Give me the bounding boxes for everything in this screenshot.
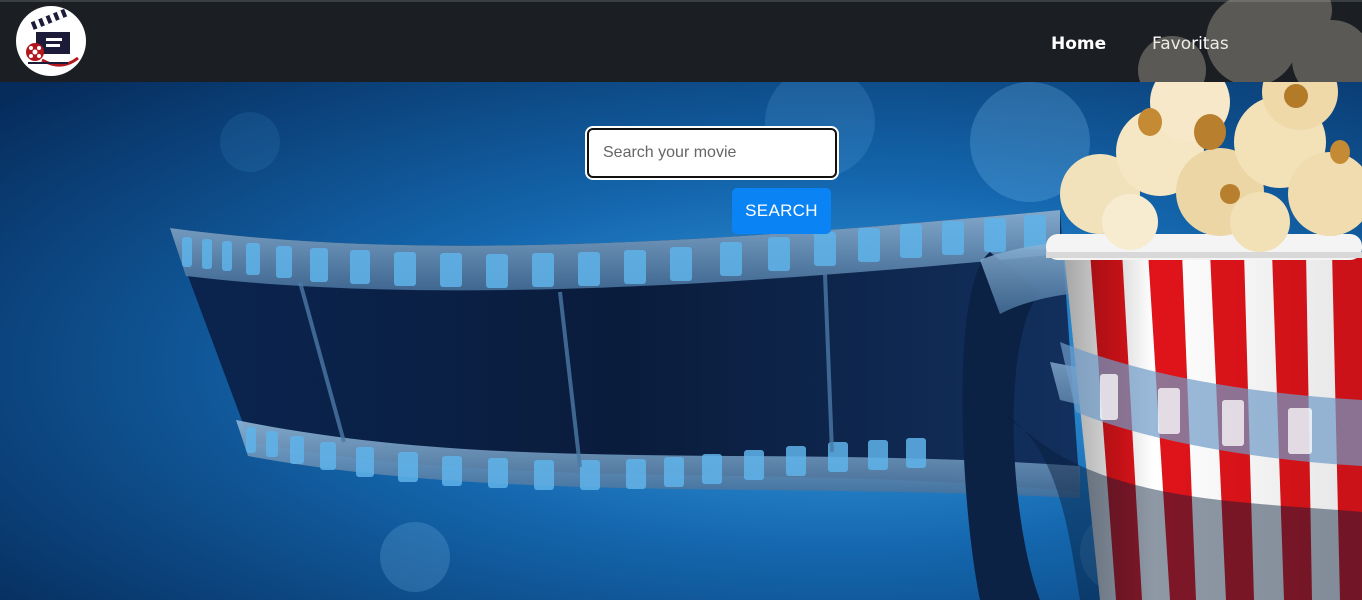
film-strip [170,210,1080,498]
search-button[interactable]: SEARCH [732,188,831,234]
nav-home-link[interactable]: Home [1051,34,1106,54]
popcorn-behind-navbar [1138,0,1362,82]
film-clapperboard-reel-icon [26,8,79,67]
bokeh-light [220,112,280,172]
search-input[interactable] [587,128,837,178]
logo[interactable] [16,6,86,76]
bokeh-light [380,522,450,592]
